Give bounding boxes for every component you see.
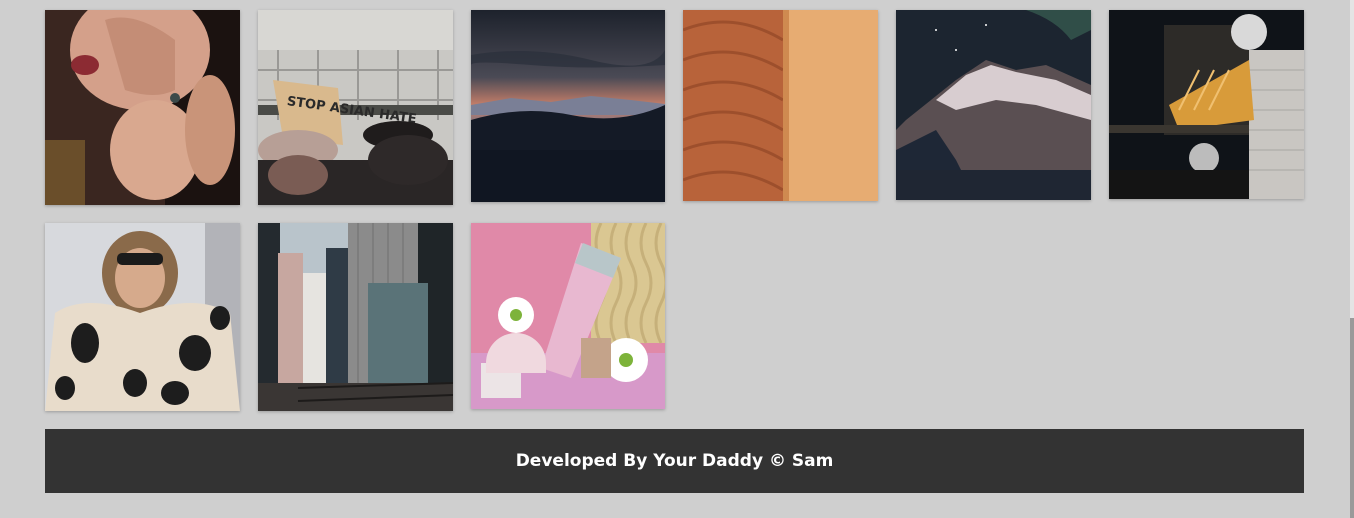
photo-rooftop-night[interactable] bbox=[1109, 10, 1304, 199]
photo-sand-dune[interactable] bbox=[683, 10, 878, 201]
photo-pink-tube-daisies[interactable] bbox=[471, 223, 665, 409]
photo-woman-sunglasses[interactable] bbox=[45, 223, 240, 411]
image-gallery: STOP ASIAN HATE bbox=[0, 0, 1354, 420]
photo-dusk-mountains[interactable] bbox=[471, 10, 665, 202]
photo-aurora-mountain[interactable] bbox=[896, 10, 1091, 200]
footer: Developed By Your Daddy © Sam bbox=[45, 429, 1304, 493]
footer-credit-text: Developed By Your Daddy © Sam bbox=[515, 451, 834, 471]
photo-city-skyscrapers[interactable] bbox=[258, 223, 453, 411]
photo-woman-earring[interactable] bbox=[45, 10, 240, 205]
photo-protest[interactable]: STOP ASIAN HATE bbox=[258, 10, 453, 205]
page-scrollbar-thumb[interactable] bbox=[1350, 318, 1354, 518]
